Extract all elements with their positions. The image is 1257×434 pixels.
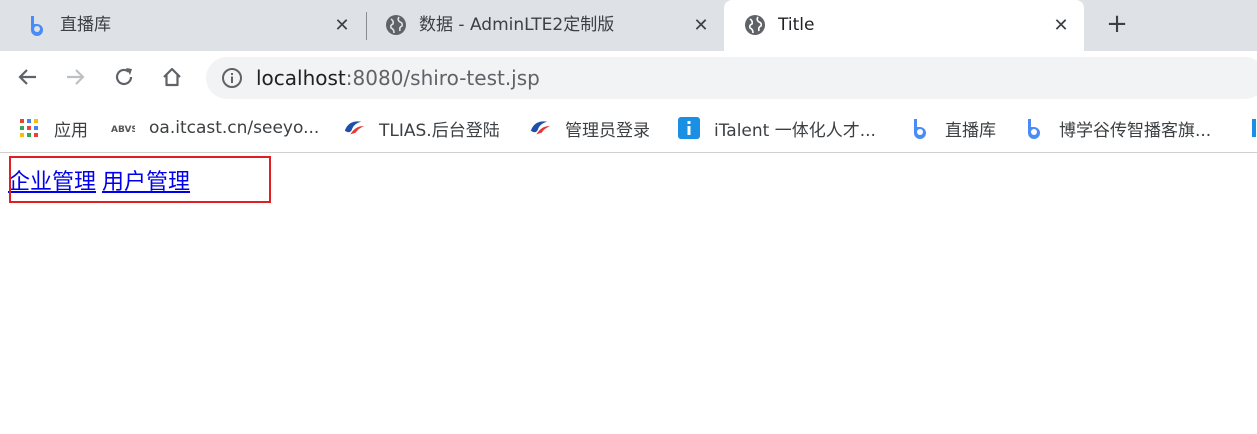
back-button[interactable] [15,64,41,90]
url-host: localhost [256,66,346,90]
red-highlight-box [9,156,271,203]
address-bar[interactable]: localhost:8080/shiro-test.jsp [206,57,1257,99]
bookmark-overflow-icon[interactable] [1250,117,1257,139]
tab-title-active[interactable]: Title ✕ [724,0,1084,51]
abvs-logo-icon: ABVS [111,117,135,139]
tab-title: 数据 - AdminLTE2定制版 [419,15,615,35]
tab-zhibo[interactable]: 直播库 ✕ [0,0,367,51]
tlias-logo-icon [529,117,551,139]
arrow-left-icon [18,69,36,85]
bookmark-label: iTalent 一体化人才... [714,120,876,141]
tab-strip: 直播库 ✕ 数据 - AdminLTE2定制版 ✕ Title ✕ + [0,0,1257,51]
page-content: 企业管理 用户管理 [0,154,1257,434]
bookmark-tlias[interactable]: TLIAS.后台登陆 [343,115,500,141]
tab-title: Title [778,15,815,35]
italent-icon [678,117,700,139]
info-icon[interactable] [221,67,243,89]
reload-icon [115,68,133,86]
new-tab-button[interactable]: + [1104,11,1130,38]
bookmark-label: oa.itcast.cn/seeyo... [149,118,320,138]
globe-icon [385,14,407,36]
tlias-logo-icon [343,117,365,139]
reload-button[interactable] [111,64,137,90]
apps-grid-icon [18,117,40,139]
url-path: :8080/shiro-test.jsp [345,66,540,90]
browser-toolbar: localhost:8080/shiro-test.jsp [0,51,1257,103]
home-button[interactable] [159,64,185,90]
bookmark-italent[interactable]: iTalent 一体化人才... [678,115,876,141]
bookmark-admin-login[interactable]: 管理员登录 [529,115,650,141]
bookmark-zhibo[interactable]: 直播库 [909,115,996,141]
globe-icon [744,14,766,36]
arrow-right-icon [67,69,85,85]
bookmark-oa[interactable]: ABVS oa.itcast.cn/seeyo... [111,115,319,141]
close-icon[interactable]: ✕ [1049,13,1073,37]
close-icon[interactable]: ✕ [330,13,354,37]
url-text: localhost:8080/shiro-test.jsp [256,66,540,90]
bookmark-label: TLIAS.后台登陆 [379,120,500,141]
forward-button[interactable] [62,64,88,90]
bookmark-label: 博学谷传智播客旗... [1059,120,1212,141]
home-icon [163,67,181,87]
close-icon[interactable]: ✕ [689,13,713,37]
bookmark-apps[interactable]: 应用 [18,115,88,141]
bookmark-label: 应用 [54,120,88,141]
svg-text:ABVS: ABVS [111,125,135,135]
bilibili-b-icon [26,14,48,36]
bookmark-boxuegu[interactable]: 博学谷传智播客旗... [1023,115,1211,141]
bookmark-label: 直播库 [945,120,996,141]
tab-adminlte[interactable]: 数据 - AdminLTE2定制版 ✕ [367,0,724,51]
bookmark-label: 管理员登录 [565,120,650,141]
bookmarks-bar: 应用 ABVS oa.itcast.cn/seeyo... TLIAS.后台登陆… [0,103,1257,153]
bilibili-b-icon [909,117,931,139]
bilibili-b-icon [1023,117,1045,139]
tab-title: 直播库 [60,15,111,35]
